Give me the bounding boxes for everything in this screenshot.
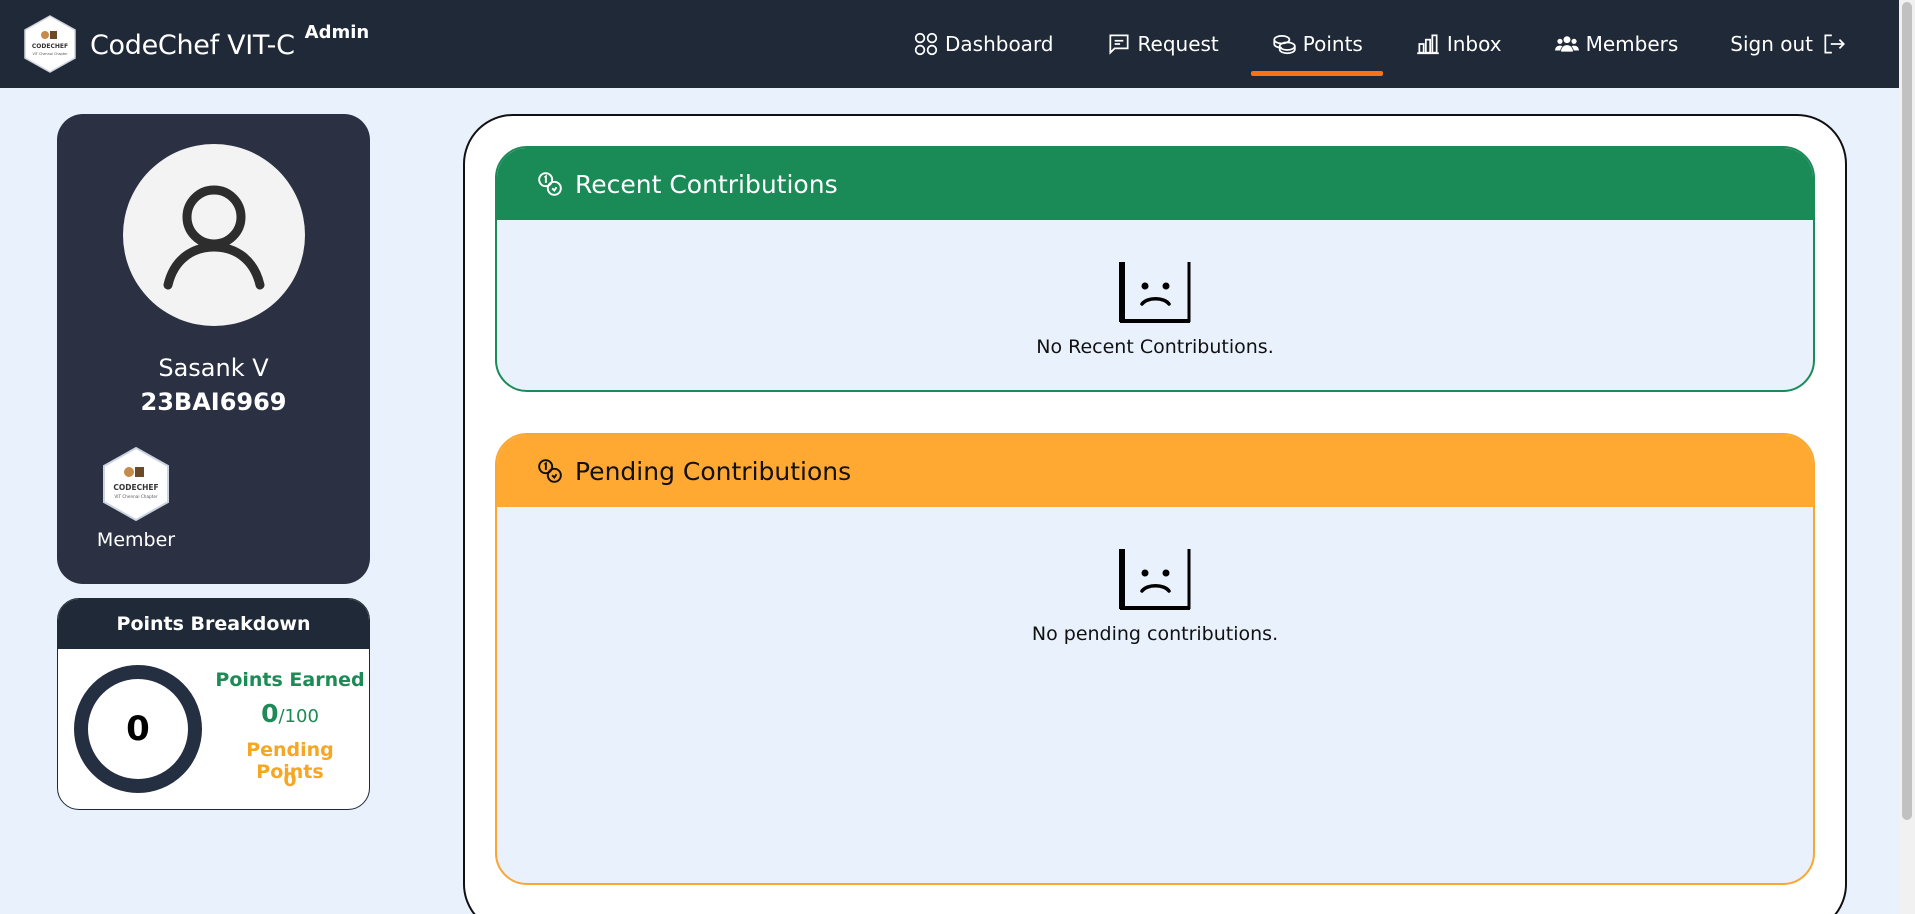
logo-text-2: VIT Chennai Chapter — [32, 52, 68, 56]
pending-contributions-section: Pending Contributions No pending contrib… — [495, 433, 1815, 885]
user-avatar-icon — [163, 185, 265, 290]
nav-sign-out[interactable]: Sign out — [1730, 0, 1853, 88]
pending-empty-state: No pending contributions. — [497, 547, 1813, 645]
bar-chart-icon — [1417, 34, 1439, 55]
recent-empty-text: No Recent Contributions. — [1036, 336, 1274, 358]
points-breakdown-card: Points Breakdown 0 Points Earned 0/100 P… — [57, 598, 370, 810]
member-name: Sasank V — [158, 354, 269, 382]
recent-empty-state: No Recent Contributions. — [497, 260, 1813, 358]
pending-empty-text: No pending contributions. — [1031, 623, 1279, 645]
pending-points-value: 0 — [283, 769, 297, 791]
avatar — [123, 144, 305, 326]
sign-out-icon — [1824, 34, 1845, 54]
nav-points-label: Points — [1302, 32, 1363, 56]
coins-icon — [538, 459, 562, 483]
nav-points[interactable]: Points — [1250, 0, 1383, 88]
profile-card: Sasank V 23BAI6969 CODECHEF VIT Chennai … — [57, 114, 370, 584]
points-earned-label: Points Earned — [215, 669, 365, 691]
nav-dashboard[interactable]: Dashboard — [913, 0, 1054, 88]
contributions-panel: Recent Contributions No Recent Contribut… — [463, 114, 1847, 914]
pending-contributions-title: Pending Contributions — [575, 456, 852, 486]
top-navbar: CODECHEF VIT Chennai Chapter CodeChef VI… — [0, 0, 1899, 88]
role-badge: Admin — [304, 21, 370, 43]
badge-label: Member — [96, 529, 176, 551]
nav-request[interactable]: Request — [1106, 0, 1219, 88]
nav-members-label: Members — [1585, 32, 1679, 56]
nav-menu: Dashboard Request Points Inbox Members S… — [913, 0, 1899, 88]
brand-name: CodeChef VIT-C — [90, 29, 295, 61]
recent-contributions-title: Recent Contributions — [575, 169, 838, 199]
nav-request-label: Request — [1137, 32, 1219, 56]
member-badge-icon: CODECHEF VIT Chennai Chapter — [103, 446, 169, 522]
nav-inbox-label: Inbox — [1446, 32, 1502, 56]
page-scrollbar[interactable] — [1899, 0, 1915, 914]
points-earned-number: 0 — [261, 699, 279, 728]
coins-icon — [538, 172, 562, 196]
coins-icon — [1273, 35, 1296, 55]
points-ring: 0 — [74, 665, 202, 793]
nav-members[interactable]: Members — [1554, 0, 1679, 88]
dashboard-grid-icon — [914, 32, 938, 56]
points-total: 0 — [126, 709, 150, 749]
scrollbar-thumb[interactable] — [1902, 2, 1912, 820]
codechef-logo-icon: CODECHEF VIT Chennai Chapter — [24, 15, 76, 73]
nav-sign-out-label: Sign out — [1730, 32, 1813, 56]
brand[interactable]: CODECHEF VIT Chennai Chapter CodeChef VI… — [24, 15, 369, 73]
badge-text-2: VIT Chennai Chapter — [114, 494, 158, 499]
points-earned-max: /100 — [278, 706, 319, 727]
nav-inbox[interactable]: Inbox — [1415, 0, 1502, 88]
nav-dashboard-label: Dashboard — [945, 32, 1054, 56]
points-earned-value: 0/100 — [210, 699, 369, 728]
sad-face-icon — [1119, 262, 1191, 323]
sad-face-icon — [1119, 549, 1191, 610]
points-breakdown-title: Points Breakdown — [58, 599, 369, 649]
message-square-icon — [1108, 34, 1129, 55]
badge-text-1: CODECHEF — [113, 483, 158, 492]
member-reg-no: 23BAI6969 — [140, 388, 287, 416]
pending-contributions-header: Pending Contributions — [497, 435, 1813, 507]
logo-text-1: CODECHEF — [32, 43, 68, 50]
recent-contributions-section: Recent Contributions No Recent Contribut… — [495, 146, 1815, 392]
users-icon — [1554, 36, 1579, 52]
recent-contributions-header: Recent Contributions — [497, 148, 1813, 220]
